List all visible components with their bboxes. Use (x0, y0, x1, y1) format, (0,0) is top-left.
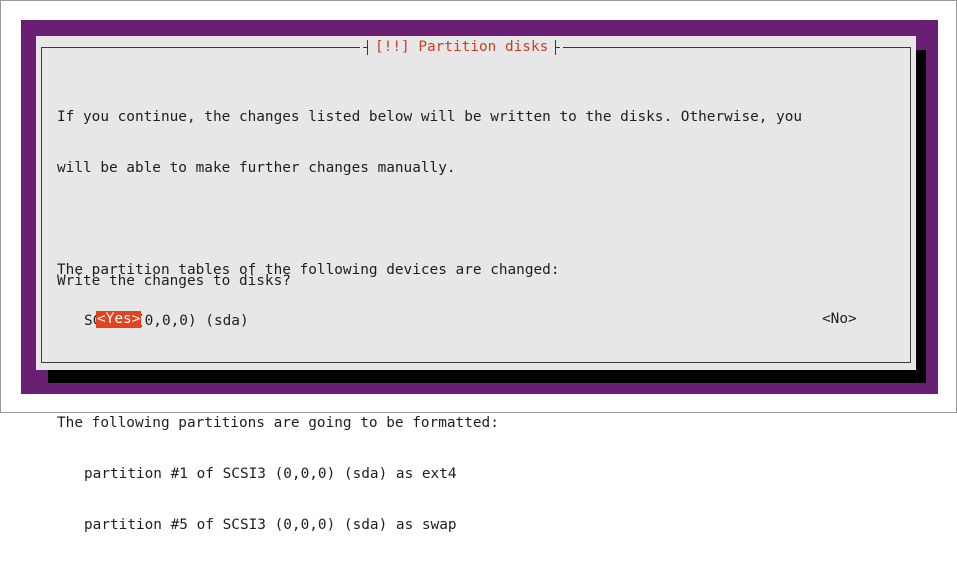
dialog-title: [!!] Partition disks (375, 39, 549, 55)
title-left-tee-icon (363, 37, 372, 57)
dialog-message: If you continue, the changes listed belo… (57, 75, 802, 568)
formatted-partition-item: partition #5 of SCSI3 (0,0,0) (sda) as s… (84, 517, 457, 533)
yes-button[interactable]: <Yes> (96, 311, 142, 328)
changed-device-item: SCSI3 (0,0,0) (sda) (84, 313, 249, 329)
formatted-partitions-heading: The following partitions are going to be… (57, 415, 499, 431)
no-button[interactable]: <No> (822, 311, 857, 328)
partition-disks-dialog: [!!] Partition disks If you continue, th… (36, 36, 916, 533)
message-line: If you continue, the changes listed belo… (57, 109, 803, 125)
message-line: will be able to make further changes man… (57, 160, 456, 176)
confirm-question: Write the changes to disks? (57, 273, 291, 289)
formatted-partition-item: partition #1 of SCSI3 (0,0,0) (sda) as e… (84, 466, 457, 482)
title-right-tee-icon (551, 37, 561, 57)
dialog-title-bar: [!!] Partition disks (360, 37, 564, 57)
